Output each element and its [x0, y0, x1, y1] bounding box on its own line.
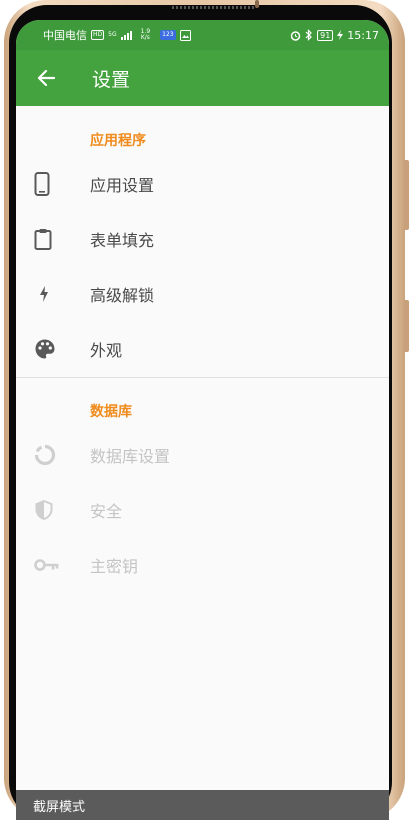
top-sensor: [255, 0, 259, 8]
charging-icon: [337, 30, 344, 40]
settings-item-appearance[interactable]: 外观: [16, 321, 389, 376]
item-label: 高级解锁: [90, 285, 155, 305]
lightning-icon: [40, 285, 48, 302]
screenshot-mode-toast: 截屏模式: [16, 790, 389, 820]
settings-item-security[interactable]: 安全: [16, 482, 389, 537]
net-speed: 1.9 K/s: [140, 28, 151, 41]
item-label: 外观: [90, 340, 123, 360]
item-label: 安全: [90, 501, 123, 521]
hd-badge: HD: [91, 30, 105, 40]
phone-icon: [34, 171, 50, 196]
item-label: 表单填充: [90, 230, 155, 250]
bluetooth-icon: [305, 29, 312, 41]
clipboard-icon: [34, 228, 52, 250]
side-button: [404, 300, 409, 352]
app-bar: 设置: [16, 50, 389, 106]
key-icon: [34, 558, 59, 571]
side-button: [404, 160, 409, 230]
battery-level: 91: [317, 29, 334, 41]
arrow-left-icon: [37, 70, 55, 86]
database-ring-icon: [34, 444, 56, 465]
earpiece: [172, 6, 256, 9]
screen: 中国电信 HD 5G 1.9 K/s 123 91 15:17 设置 应用程序 …: [16, 20, 389, 820]
item-label: 主密钥: [90, 556, 139, 576]
signal-icon: [120, 31, 132, 40]
settings-item-advanced-unlock[interactable]: 高级解锁: [16, 266, 389, 321]
shield-icon: [35, 499, 53, 520]
item-label: 数据库设置: [90, 446, 171, 466]
keyboard-badge: 123: [160, 30, 176, 40]
back-button[interactable]: [36, 68, 56, 88]
section-title-app: 应用程序: [90, 133, 146, 149]
network-type: 5G: [108, 31, 117, 38]
page-title: 设置: [92, 68, 131, 91]
status-bar: 中国电信 HD 5G 1.9 K/s 123 91 15:17: [16, 20, 389, 50]
section-title-database: 数据库: [90, 404, 132, 420]
item-label: 应用设置: [90, 175, 155, 195]
palette-icon: [35, 339, 55, 358]
settings-item-master-key[interactable]: 主密钥: [16, 537, 389, 592]
carrier-label: 中国电信: [43, 29, 87, 42]
clock: 15:17: [347, 28, 379, 42]
settings-item-database-settings[interactable]: 数据库设置: [16, 427, 389, 482]
alarm-icon: [290, 30, 301, 41]
image-icon: [179, 29, 191, 41]
settings-item-app-settings[interactable]: 应用设置: [16, 156, 389, 211]
settings-item-autofill[interactable]: 表单填充: [16, 211, 389, 266]
